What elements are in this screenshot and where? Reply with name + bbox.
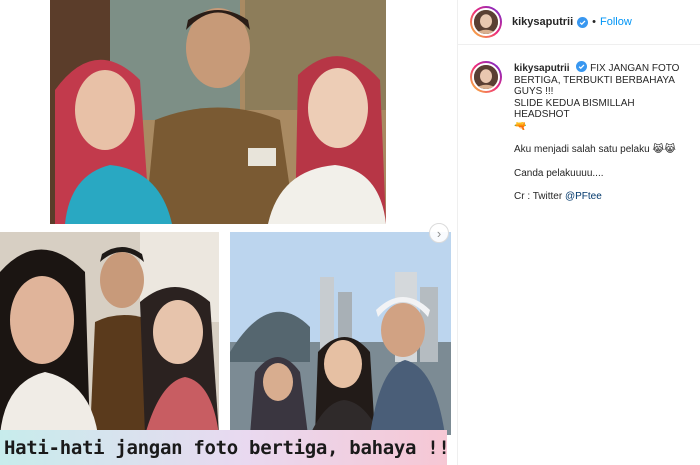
mention-link[interactable]: @PFtee xyxy=(565,191,602,202)
follow-button[interactable]: Follow xyxy=(600,16,632,28)
comment-text: kikysaputrii FIX JANGAN FOTO BERTIGA, TE… xyxy=(514,61,688,203)
post-sidebar: kikysaputrii • Follow kikysaputrii FIX J… xyxy=(457,0,700,465)
verified-badge-icon xyxy=(577,16,589,28)
avatar[interactable] xyxy=(470,6,502,38)
image-caption-text: Hati-hati jangan foto bertiga, bahaya !! xyxy=(4,436,450,459)
comment-avatar[interactable] xyxy=(470,61,502,93)
image-caption-banner: Hati-hati jangan foto bertiga, bahaya !! xyxy=(0,430,450,465)
photo-three-friends-city xyxy=(230,232,451,435)
separator-dot: • xyxy=(592,16,596,28)
verified-badge-icon xyxy=(576,61,588,72)
photo-selfie-batik xyxy=(0,232,219,435)
comment-username[interactable]: kikysaputrii xyxy=(514,63,570,74)
post-header: kikysaputrii • Follow xyxy=(458,0,700,45)
header-username[interactable]: kikysaputrii xyxy=(512,16,573,28)
comment-line-3: Aku menjadi salah satu pelaku 😹😹 xyxy=(514,144,676,155)
photo-three-people xyxy=(50,0,386,224)
comment-line-1: kikysaputrii FIX JANGAN FOTO BERTIGA, TE… xyxy=(514,61,688,98)
chevron-right-icon[interactable]: › xyxy=(429,223,449,243)
comment-line-4: Canda pelakuuuu.... xyxy=(514,167,604,179)
caption-comment: kikysaputrii FIX JANGAN FOTO BERTIGA, TE… xyxy=(458,45,700,203)
gun-emoji: 🔫 xyxy=(514,120,527,132)
post-media[interactable]: Hati-hati jangan foto bertiga, bahaya !!… xyxy=(0,0,457,465)
cat-emoji: 😹😹 xyxy=(652,144,676,155)
comment-line-5: Cr : Twitter @PFtee xyxy=(514,191,602,202)
comment-line-2: SLIDE KEDUA BISMILLAH HEADSHOT 🔫 xyxy=(514,97,635,132)
